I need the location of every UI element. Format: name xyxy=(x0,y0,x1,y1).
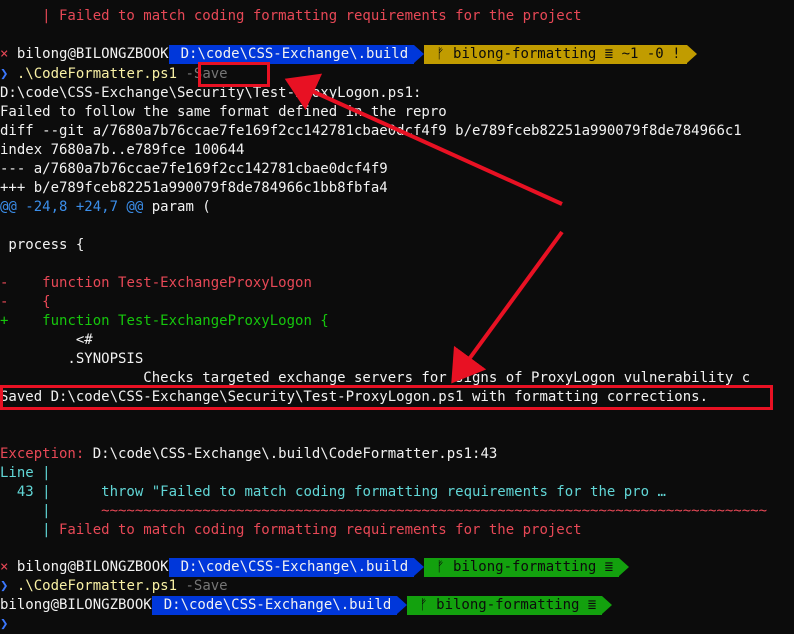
annotation-arrow xyxy=(284,73,563,206)
annotation-arrows xyxy=(284,73,564,384)
terminal-window[interactable]: | Failed to match coding formatting requ… xyxy=(0,0,794,632)
annotation-arrow xyxy=(451,230,564,384)
